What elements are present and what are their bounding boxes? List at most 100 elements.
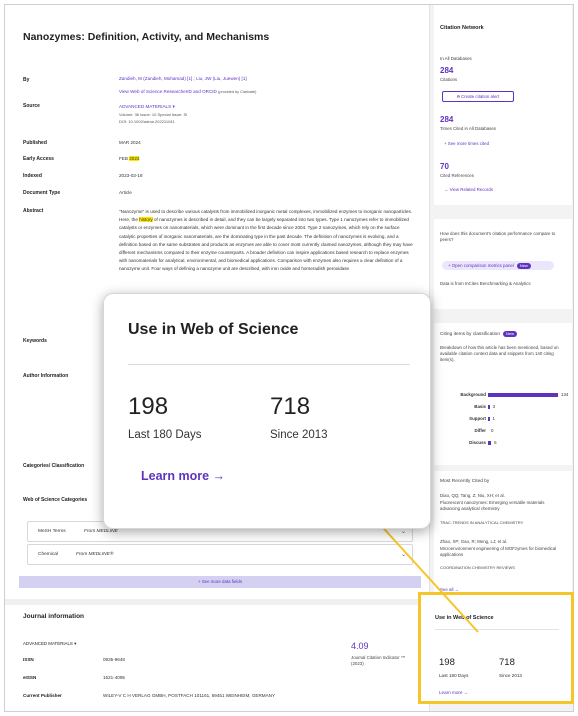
since-2013-label: Since 2013 [499,673,522,678]
source-journal-name: ADVANCED MATERIALS [119,104,172,109]
chevron-down-icon: ⌄ [400,529,406,535]
callout-since-2013-count: 718 [270,393,311,420]
jci-value[interactable]: 4.09 [351,641,369,651]
callout-learn-more-link[interactable]: Learn more → [141,469,225,483]
bar-label: Support [469,416,486,421]
bar-fill [488,441,492,445]
times-cited-count[interactable]: 284 [440,115,453,124]
issn-label: ISSN [23,657,34,662]
in-all-databases: In All Databases [440,56,472,61]
see-more-data-fields-button[interactable]: + See more data fields [19,576,421,588]
bar-value: 134 [561,392,569,397]
keywords-label: Keywords [23,338,47,344]
page-title: Nanozymes: Definition, Activity, and Mec… [23,31,270,43]
chemical-row[interactable]: Chemical From MEDLINE® ⌄ [27,544,413,565]
recently-cited-card: Most Recently Cited by Diao, QQ; Tang, Z… [434,471,572,601]
publisher-value: WILEY-V C H VERLAG GMBH, POSTFACH 101161… [103,693,276,698]
eissn-label: eISSN [23,675,37,680]
recent-title: Most Recently Cited by [440,479,490,484]
early-access-label: Early Access [23,156,54,162]
source-details: Volume: 36 Issue: 10 Special Issue: SI [119,112,188,117]
wos-categories-label: Web of Science Categories [23,497,88,503]
cited-references-count[interactable]: 70 [440,162,449,171]
bar-fill [488,405,490,409]
create-citation-alert-button[interactable]: ⍾ Create citation alert [442,91,514,102]
early-access-month: FEB [119,156,128,161]
early-access-year: 2023 [129,156,140,161]
cited-references-label: Cited References [440,173,474,178]
researcherid-row: View Web of Science ResearcherID and ORC… [119,89,256,94]
recent-1-authors: Diao, QQ; Tang, Z; Niu, XH; et al. [440,493,505,498]
bar-label: Differ [474,428,486,433]
citations-count[interactable]: 284 [440,66,453,75]
open-panel-label: Open comparison metrics panel [451,263,514,268]
see-more-times-cited-link[interactable]: + See more times cited [444,141,489,146]
journal-information: Journal information ADVANCED MATERIALS ▾… [5,599,421,711]
divider [128,364,410,365]
bar-value: 6 [494,440,497,445]
bar-fill [488,393,558,397]
authors-link[interactable]: Zandieh, M (Zandieh, Mohamad) [1] ; Liu,… [119,76,247,81]
provided-by: (provided by Clarivate) [218,90,257,94]
chevron-down-icon: ▾ [172,104,175,109]
recent-2-authors: Zhao, XP; Gao, R; Meng, LJ; et al. [440,539,508,544]
citations-label: Citations [440,77,458,82]
researcherid-link[interactable]: View Web of Science ResearcherID and ORC… [119,89,217,94]
callout-since-2013-label: Since 2013 [270,429,328,441]
bell-icon: ⍾ [456,94,460,99]
bar-row-discuss[interactable]: Discuss 6 [446,439,570,447]
publisher-label: Current Publisher [23,693,62,698]
callout-last-180-count: 198 [128,393,169,420]
open-comparison-panel-button[interactable]: + Open comparison metrics panel New [442,261,554,270]
divider [435,629,559,630]
source-journal-link[interactable]: ADVANCED MATERIALS ▾ [119,104,175,110]
last-180-days-label: Last 180 Days [439,673,469,678]
create-alert-label: Create citation alert [461,94,500,99]
citation-network-card: Citation Network In All Databases 284 Ci… [434,5,572,205]
classification-title: Citing items by classification [440,332,500,337]
bar-row-differ[interactable]: Differ 0 [446,427,570,435]
bar-row-background[interactable]: Background 134 [446,391,570,399]
indexed-value: 2023-03-18 [119,173,143,178]
recent-1-title-link[interactable]: Fluorescent nanozymes: Emerging versatil… [440,500,564,512]
bar-label: Basis [474,404,486,409]
since-2013-count: 718 [499,657,515,668]
journal-link[interactable]: ADVANCED MATERIALS ▾ [23,641,76,647]
bar-row-basis[interactable]: Basis 3 [446,403,570,411]
bar-row-support[interactable]: Support 1 [446,415,570,423]
chevron-down-icon: ▾ [74,641,77,646]
chemical-key: Chemical [38,552,58,557]
bar-label: Discuss [469,440,486,445]
abstract-part-2: of nanozymes is described in detail, and… [119,217,413,272]
categories-label: Categories/ Classification [23,463,85,469]
compare-question: How does this document's citation perfor… [440,231,556,242]
bar-value: 1 [492,416,495,421]
times-cited-label: Times Cited in All Databases [440,126,496,131]
callout-title: Use in Web of Science [128,321,299,338]
published-label: Published [23,140,47,146]
journal-link-label: ADVANCED MATERIALS [23,641,73,646]
view-related-records-link[interactable]: → View Related Records [444,187,493,192]
chemical-value: From MEDLINE® [76,552,114,557]
incites-note: Data is from InCites Benchmarking & Anal… [440,281,531,286]
classification-desc: Breakdown of how this article has been m… [440,345,559,362]
recent-2-journal: COORDINATION CHEMISTRY REVIEWS [440,565,515,570]
citation-network-title: Citation Network [440,25,484,31]
indexed-label: Indexed [23,173,42,179]
published-value: MAR 2024 [119,140,141,145]
use-in-wos-title: Use in Web of Science [435,615,494,621]
last-180-days-count: 198 [439,657,455,668]
learn-more-link[interactable]: Learn more → [439,690,468,695]
by-label: By [23,77,30,83]
mesh-terms-key: MeSH Terms [38,529,66,534]
new-badge: New [502,331,517,337]
classification-card: Citing items by classification New Breakd… [434,323,572,465]
new-badge: New [516,263,531,269]
jci-label: Journal Citation Indicator ™ (2023) [351,655,406,666]
bar-label: Background [460,392,486,397]
use-in-wos-card: Use in Web of Science 198 Last 180 Days … [418,592,574,704]
source-label: Source [23,103,40,109]
abstract-highlight: history [139,217,153,223]
doctype-value: Article [119,190,132,195]
recent-2-title-link[interactable]: Microenvironment engineering of MOFzymes… [440,546,564,558]
